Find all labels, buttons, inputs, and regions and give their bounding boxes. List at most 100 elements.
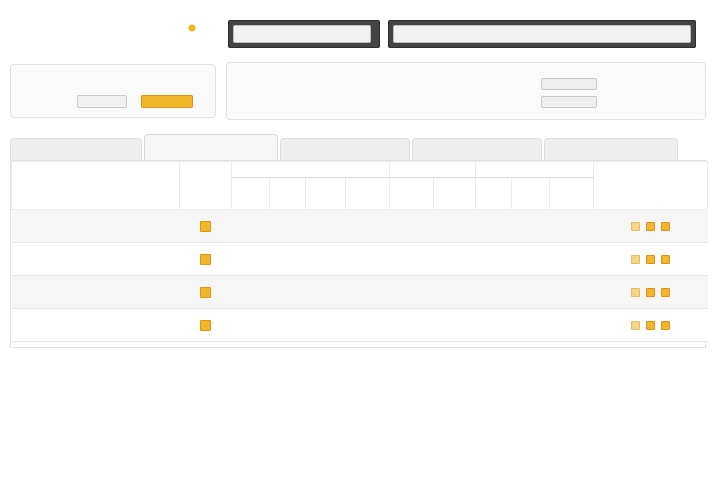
project-name[interactable] bbox=[11, 209, 180, 243]
user-panel bbox=[10, 64, 216, 118]
project-name[interactable] bbox=[11, 242, 180, 276]
nav-link-left[interactable] bbox=[233, 25, 371, 43]
cell-3 bbox=[305, 308, 346, 342]
column-header-actions bbox=[593, 161, 709, 210]
cell-1 bbox=[231, 275, 270, 309]
edit-icon[interactable] bbox=[646, 320, 656, 330]
info-icon[interactable] bbox=[631, 320, 641, 330]
cell-9 bbox=[549, 209, 594, 243]
status-cell bbox=[179, 275, 232, 309]
cell-9 bbox=[549, 308, 594, 342]
status-cell bbox=[179, 209, 232, 243]
status-cell bbox=[179, 308, 232, 342]
cell-4 bbox=[345, 308, 390, 342]
cell-8 bbox=[511, 242, 550, 276]
logout-button[interactable] bbox=[141, 95, 193, 108]
cell-8 bbox=[511, 275, 550, 309]
table-row[interactable] bbox=[11, 275, 708, 309]
cell-4 bbox=[345, 242, 390, 276]
edit-icon[interactable] bbox=[646, 254, 656, 264]
row-actions bbox=[593, 242, 708, 276]
delete-icon[interactable] bbox=[660, 254, 670, 264]
info-line-3 bbox=[413, 79, 523, 90]
edit-icon[interactable] bbox=[646, 221, 656, 231]
cell-5 bbox=[389, 242, 434, 276]
column-group-2 bbox=[389, 161, 476, 178]
cell-2 bbox=[269, 242, 306, 276]
table-row[interactable] bbox=[11, 209, 708, 243]
status-cell bbox=[179, 242, 232, 276]
cell-6 bbox=[433, 242, 476, 276]
table-row[interactable] bbox=[11, 242, 708, 276]
column-header-sub-8[interactable] bbox=[511, 177, 550, 210]
status-icon[interactable] bbox=[200, 319, 211, 331]
table-row[interactable] bbox=[11, 308, 708, 342]
cell-6 bbox=[433, 209, 476, 243]
tab-3[interactable] bbox=[280, 138, 410, 160]
cell-4 bbox=[345, 275, 390, 309]
cell-8 bbox=[511, 209, 550, 243]
top-nav-right bbox=[388, 20, 696, 48]
info-button-2[interactable] bbox=[541, 96, 597, 108]
logo[interactable] bbox=[10, 16, 210, 54]
status-icon[interactable] bbox=[200, 253, 211, 265]
logo-dot-icon bbox=[188, 24, 196, 32]
cell-7 bbox=[475, 308, 512, 342]
project-tabs bbox=[10, 134, 706, 160]
cell-7 bbox=[475, 242, 512, 276]
cell-3 bbox=[305, 242, 346, 276]
delete-icon[interactable] bbox=[660, 320, 670, 330]
column-header-sub-1[interactable] bbox=[231, 177, 270, 210]
column-header-sub-5[interactable] bbox=[389, 177, 434, 210]
tab-1[interactable] bbox=[10, 138, 142, 160]
profile-button[interactable] bbox=[77, 95, 127, 108]
cell-4 bbox=[345, 209, 390, 243]
user-name bbox=[25, 75, 203, 87]
column-header-sub-2[interactable] bbox=[269, 177, 306, 210]
column-header-project[interactable] bbox=[11, 161, 180, 210]
cell-6 bbox=[433, 275, 476, 309]
column-header-sub-7[interactable] bbox=[475, 177, 512, 210]
cell-7 bbox=[475, 209, 512, 243]
column-header-sub-3[interactable] bbox=[305, 177, 346, 210]
info-icon[interactable] bbox=[631, 287, 641, 297]
cell-3 bbox=[305, 209, 346, 243]
tab-5[interactable] bbox=[544, 138, 678, 160]
column-header-sub-4[interactable] bbox=[345, 177, 390, 210]
info-line-1 bbox=[247, 79, 377, 90]
cell-3 bbox=[305, 275, 346, 309]
delete-icon[interactable] bbox=[660, 287, 670, 297]
status-icon[interactable] bbox=[200, 286, 211, 298]
column-header-sub-6[interactable] bbox=[433, 177, 476, 210]
cell-5 bbox=[389, 308, 434, 342]
info-icon[interactable] bbox=[631, 221, 641, 231]
cell-6 bbox=[433, 308, 476, 342]
logo-mark bbox=[188, 24, 196, 32]
top-nav-left bbox=[228, 20, 380, 48]
project-name[interactable] bbox=[11, 275, 180, 309]
cell-2 bbox=[269, 275, 306, 309]
nav-link-right[interactable] bbox=[393, 25, 691, 43]
cell-2 bbox=[269, 209, 306, 243]
cell-1 bbox=[231, 242, 270, 276]
row-actions bbox=[593, 308, 708, 342]
status-icon[interactable] bbox=[200, 220, 211, 232]
column-header-sub-9[interactable] bbox=[548, 177, 595, 210]
cell-5 bbox=[389, 275, 434, 309]
info-line-2 bbox=[293, 97, 377, 108]
projects-table bbox=[10, 160, 709, 348]
row-actions bbox=[593, 209, 708, 243]
edit-icon[interactable] bbox=[646, 287, 656, 297]
column-header-status[interactable] bbox=[179, 161, 232, 210]
info-button-1[interactable] bbox=[541, 78, 597, 90]
info-line-4 bbox=[413, 97, 529, 108]
tab-2-active[interactable] bbox=[144, 134, 278, 160]
project-name[interactable] bbox=[11, 308, 180, 342]
column-group-3 bbox=[474, 161, 595, 178]
account-info-panel bbox=[226, 62, 706, 120]
column-group-1 bbox=[231, 161, 390, 178]
tab-4[interactable] bbox=[412, 138, 542, 160]
cell-1 bbox=[231, 209, 270, 243]
delete-icon[interactable] bbox=[660, 221, 670, 231]
info-icon[interactable] bbox=[631, 254, 641, 264]
